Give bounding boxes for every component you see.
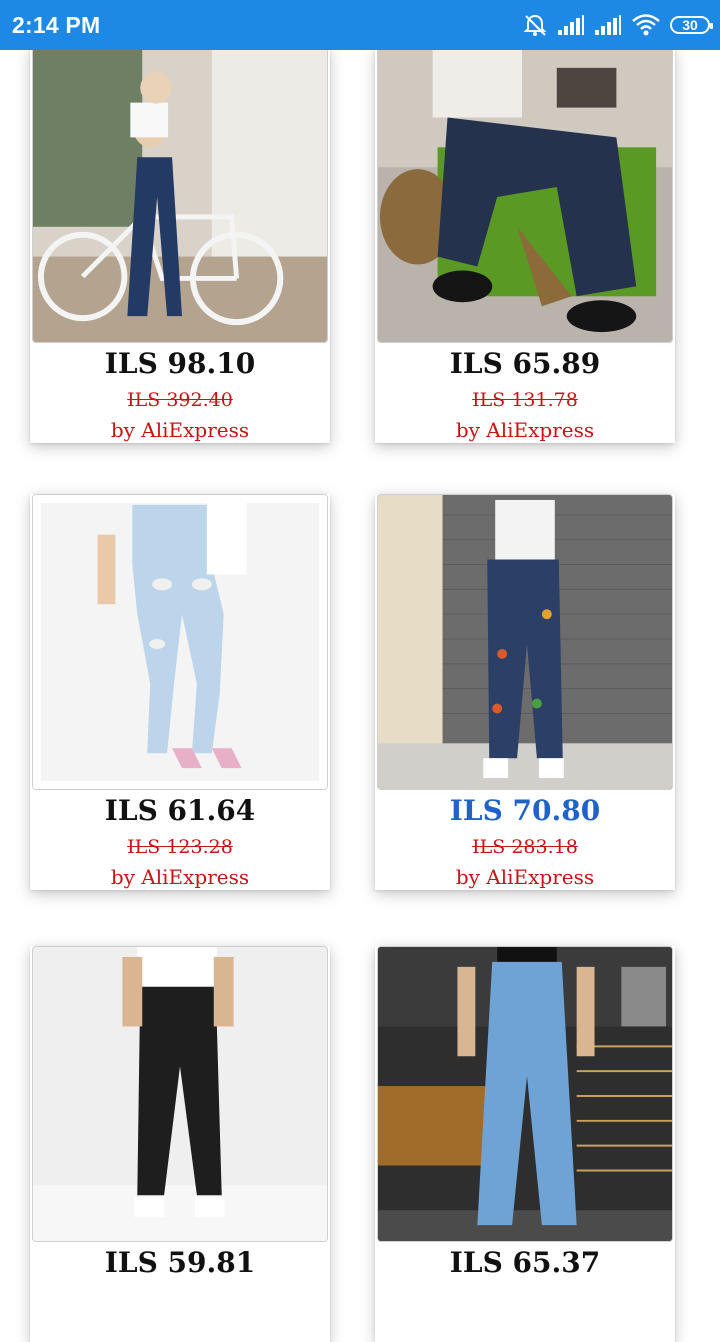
product-card[interactable]: ILS 70.80 ILS 283.18 by AliExpress (375, 494, 675, 890)
original-price: ILS 392.40 (127, 389, 233, 411)
seller-label: by AliExpress (110, 418, 250, 442)
original-price: ILS 123.28 (127, 836, 233, 858)
price: ILS 98.10 (104, 347, 256, 380)
price: ILS 65.89 (449, 347, 601, 380)
price: ILS 65.37 (449, 1246, 601, 1279)
battery-icon: 30 (670, 16, 713, 34)
seller-label: by AliExpress (455, 865, 595, 889)
signal-icon (557, 14, 585, 36)
status-bar: 2:14 PM 30 (0, 0, 720, 50)
product-card[interactable]: ILS 98.10 ILS 392.40 by AliExpress (30, 47, 330, 443)
status-icons: 30 (522, 12, 713, 38)
product-card[interactable]: ILS 65.37 (375, 946, 675, 1342)
alarm-off-icon (522, 13, 548, 37)
product-card[interactable]: ILS 61.64 ILS 123.28 by AliExpress (30, 494, 330, 890)
price: ILS 61.64 (104, 794, 256, 827)
product-image[interactable] (32, 47, 328, 343)
product-card[interactable]: ILS 65.89 ILS 131.78 by AliExpress (375, 47, 675, 443)
seller-label: by AliExpress (455, 418, 595, 442)
original-price: ILS 131.78 (472, 389, 578, 411)
product-image[interactable] (32, 494, 328, 790)
status-time: 2:14 PM (12, 12, 101, 38)
original-price: ILS 283.18 (472, 836, 578, 858)
product-image[interactable] (377, 47, 673, 343)
wifi-icon (631, 13, 661, 37)
product-image[interactable] (32, 946, 328, 1242)
price: ILS 59.81 (104, 1246, 256, 1279)
seller-label: by AliExpress (110, 865, 250, 889)
product-image[interactable] (377, 946, 673, 1242)
price: ILS 70.80 (449, 794, 601, 827)
product-image[interactable] (377, 494, 673, 790)
signal-icon (594, 14, 622, 36)
product-grid: ILS 98.10 ILS 392.40 by AliExpress ILS 6… (0, 0, 720, 1342)
product-card[interactable]: ILS 59.81 (30, 946, 330, 1342)
